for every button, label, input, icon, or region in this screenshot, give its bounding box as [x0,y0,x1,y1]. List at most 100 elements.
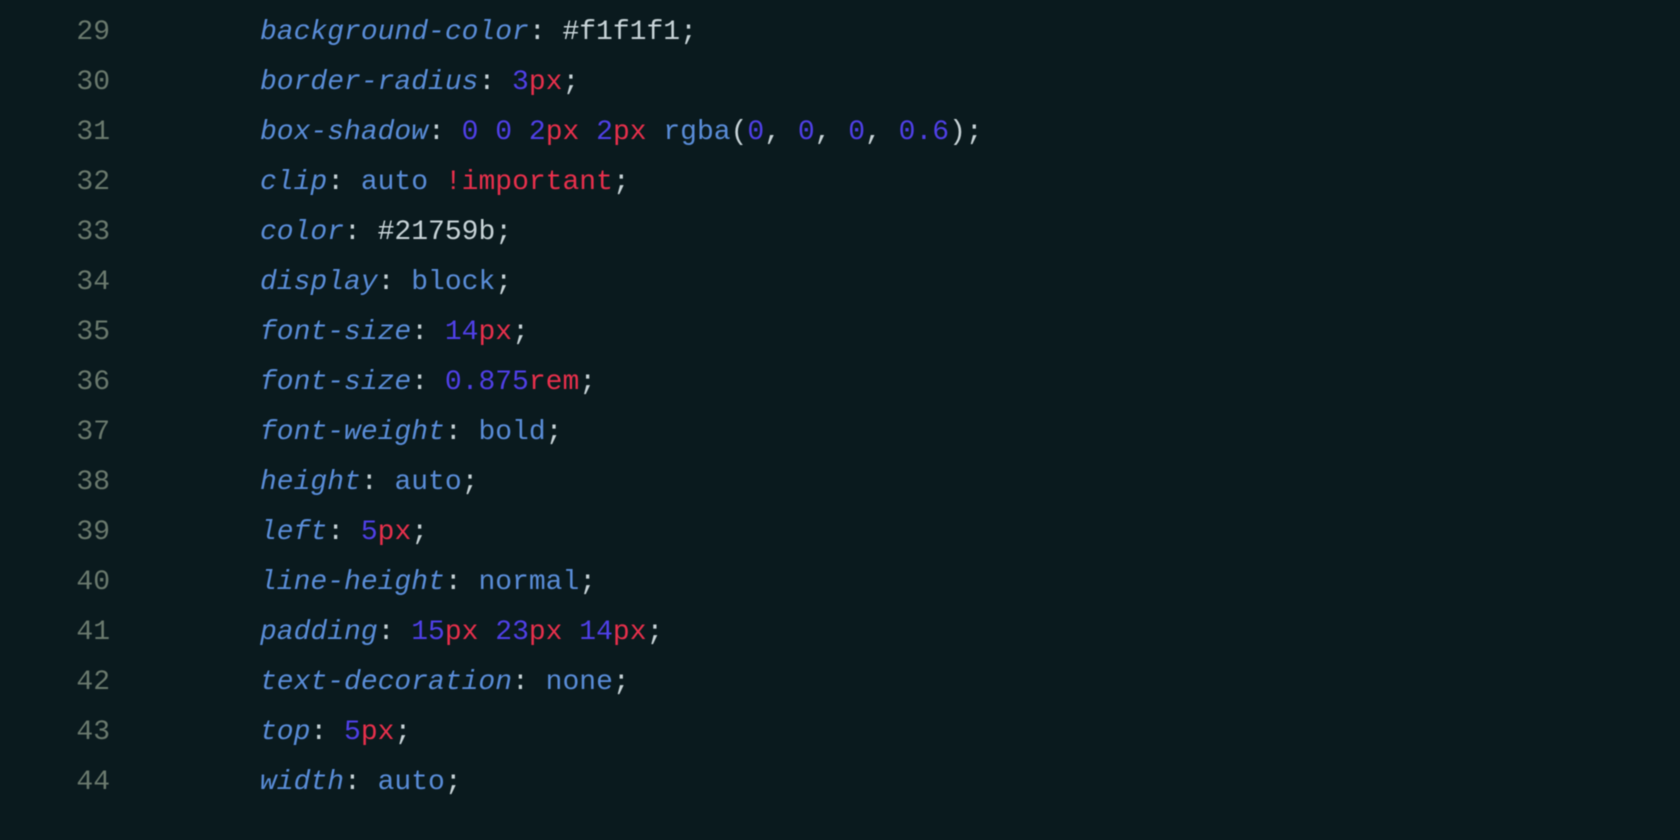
token-num: 2 [596,117,613,148]
code-content[interactable]: color: #21759b; [140,208,512,258]
code-line[interactable]: 38height: auto; [0,458,1680,508]
token-num: 0.875 [445,367,529,398]
token-prop: width [260,767,344,798]
code-line[interactable]: 33color: #21759b; [0,208,1680,258]
token-unit: px [529,617,563,648]
line-number: 44 [0,758,140,808]
code-content[interactable]: display: block; [140,258,512,308]
code-content[interactable]: font-size: 14px; [140,308,529,358]
line-number: 30 [0,58,140,108]
token-paren: ) [949,117,966,148]
token-num: 0 [462,117,479,148]
token-punct: , [764,117,798,148]
token-punct [562,617,579,648]
token-hex: #21759b [378,217,496,248]
token-prop: background-color [260,17,529,48]
token-punct: ; [579,567,596,598]
token-prop: font-size [260,367,411,398]
code-content[interactable]: top: 5px; [140,708,411,758]
token-prop: clip [260,167,327,198]
code-content[interactable]: padding: 15px 23px 14px; [140,608,663,658]
token-important: !important [445,167,613,198]
token-num: 5 [344,717,361,748]
token-punct: : [344,217,378,248]
token-punct: : [512,667,546,698]
code-content[interactable]: left: 5px; [140,508,428,558]
token-punct: ; [966,117,983,148]
code-content[interactable]: background-color: #f1f1f1; [140,8,697,58]
code-content[interactable]: font-size: 0.875rem; [140,358,596,408]
code-content[interactable]: font-weight: bold; [140,408,562,458]
token-punct: : [361,467,395,498]
line-number: 38 [0,458,140,508]
code-line[interactable]: 44width: auto; [0,758,1680,808]
code-line[interactable]: 32clip: auto !important; [0,158,1680,208]
token-punct: : [411,367,445,398]
token-kw: block [411,267,495,298]
token-punct: : [378,617,412,648]
token-unit: px [445,617,479,648]
token-num: 5 [361,517,378,548]
line-number: 39 [0,508,140,558]
token-prop: font-size [260,317,411,348]
code-line[interactable]: 40line-height: normal; [0,558,1680,608]
line-number: 35 [0,308,140,358]
token-punct: ; [562,67,579,98]
token-punct: : [310,717,344,748]
token-num: 0 [495,117,512,148]
code-content[interactable]: height: auto; [140,458,478,508]
code-content[interactable]: clip: auto !important; [140,158,630,208]
line-number: 36 [0,358,140,408]
line-number: 34 [0,258,140,308]
token-num: 14 [579,617,613,648]
token-punct: : [327,517,361,548]
line-number: 43 [0,708,140,758]
token-unit: px [361,717,395,748]
code-line[interactable]: 30border-radius: 3px; [0,58,1680,108]
token-num: 0.6 [899,117,949,148]
token-punct: ; [394,717,411,748]
token-num: 0 [747,117,764,148]
token-punct [478,617,495,648]
code-line[interactable]: 34display: block; [0,258,1680,308]
token-unit: px [378,517,412,548]
code-line[interactable]: 39left: 5px; [0,508,1680,558]
code-content[interactable]: width: auto; [140,758,462,808]
code-line[interactable]: 36font-size: 0.875rem; [0,358,1680,408]
code-editor[interactable]: 29background-color: #f1f1f1;30border-rad… [0,0,1680,808]
token-punct [579,117,596,148]
code-content[interactable]: border-radius: 3px; [140,58,579,108]
code-line[interactable]: 29background-color: #f1f1f1; [0,8,1680,58]
code-content[interactable]: line-height: normal; [140,558,596,608]
code-content[interactable]: text-decoration: none; [140,658,630,708]
token-punct: : [445,567,479,598]
code-content[interactable]: box-shadow: 0 0 2px 2px rgba(0, 0, 0, 0.… [140,108,983,158]
token-punct: ; [613,667,630,698]
token-punct: ; [495,217,512,248]
token-prop: color [260,217,344,248]
token-punct [512,117,529,148]
code-line[interactable]: 37font-weight: bold; [0,408,1680,458]
token-punct: ; [462,467,479,498]
token-punct: : [327,167,361,198]
token-prop: box-shadow [260,117,428,148]
token-punct: : [344,767,378,798]
token-paren: ( [731,117,748,148]
token-num: 2 [529,117,546,148]
token-num: 23 [495,617,529,648]
code-line[interactable]: 35font-size: 14px; [0,308,1680,358]
line-number: 40 [0,558,140,608]
token-prop: top [260,717,310,748]
token-kw: auto [378,767,445,798]
token-punct: , [815,117,849,148]
code-line[interactable]: 31box-shadow: 0 0 2px 2px rgba(0, 0, 0, … [0,108,1680,158]
token-punct [647,117,664,148]
token-num: 14 [445,317,479,348]
code-line[interactable]: 42text-decoration: none; [0,658,1680,708]
code-line[interactable]: 43top: 5px; [0,708,1680,758]
line-number: 42 [0,658,140,708]
token-punct: , [865,117,899,148]
token-prop: padding [260,617,378,648]
token-unit: px [546,117,580,148]
code-line[interactable]: 41padding: 15px 23px 14px; [0,608,1680,658]
